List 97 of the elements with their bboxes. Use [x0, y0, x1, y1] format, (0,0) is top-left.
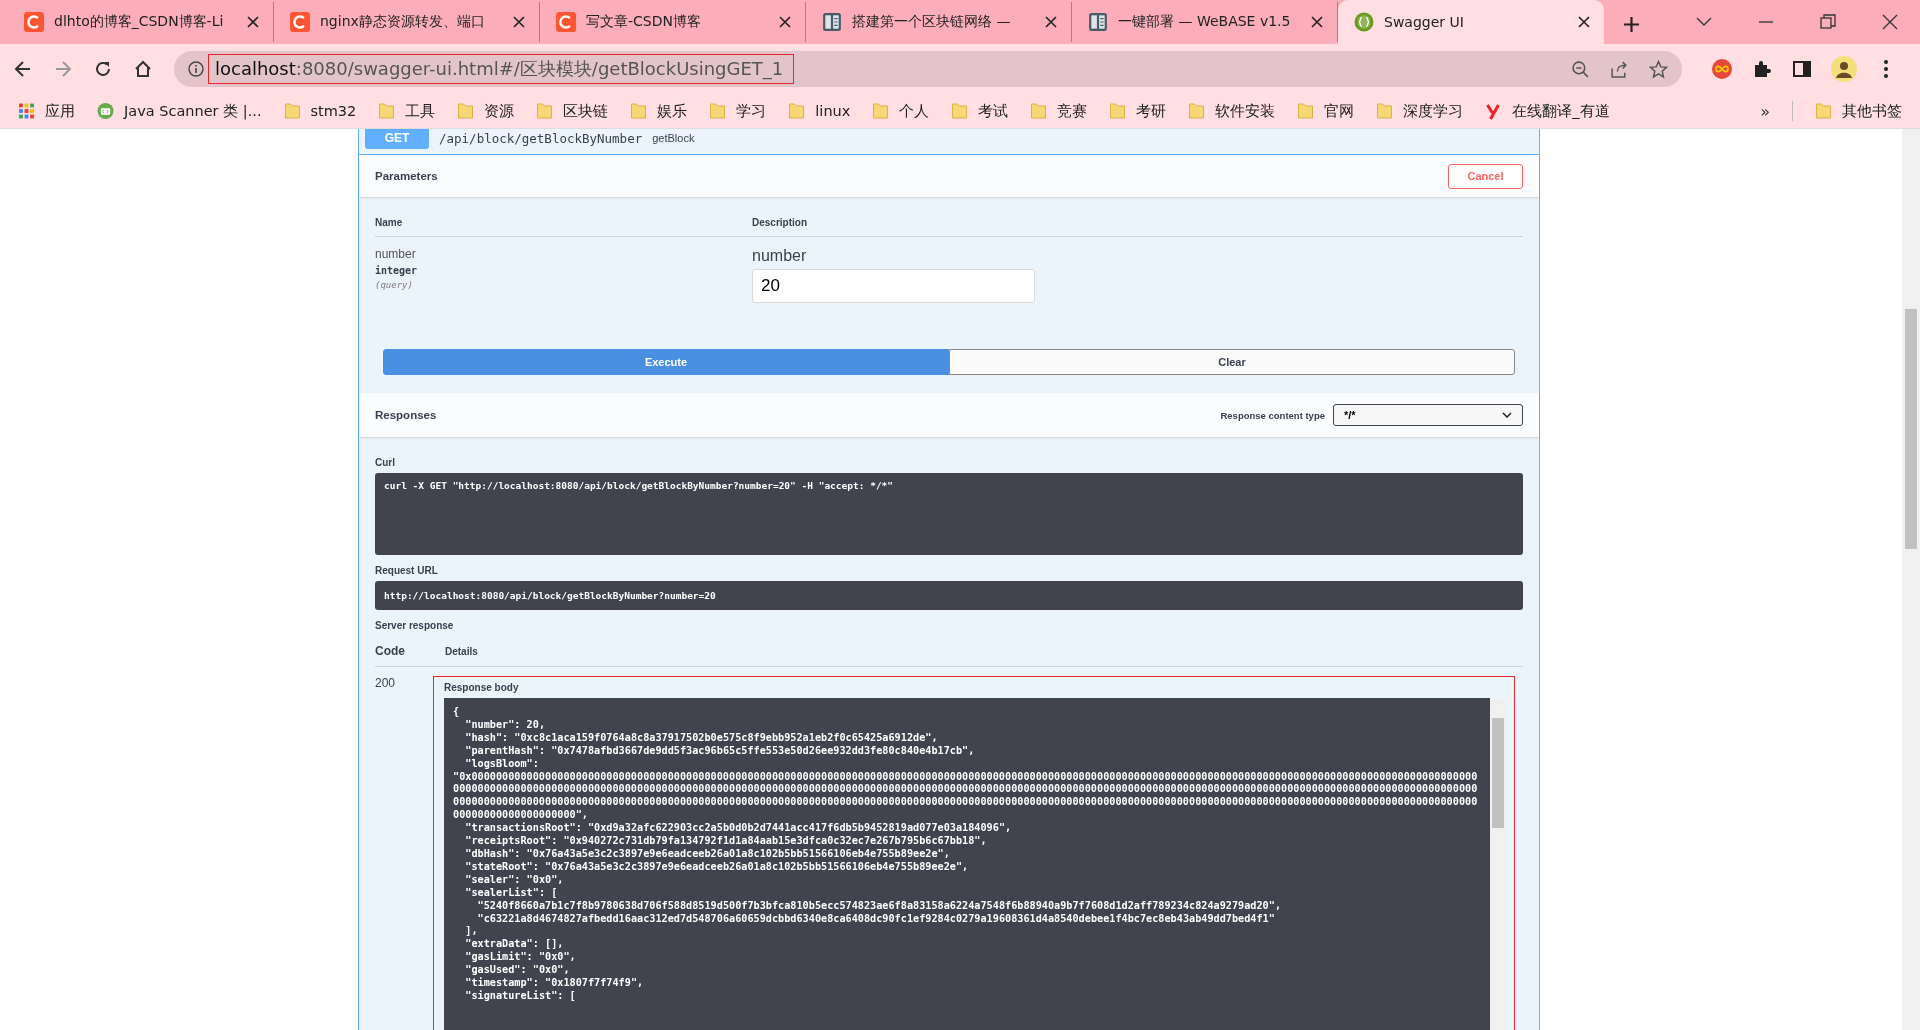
bookmark[interactable]: 软件安装 [1188, 101, 1276, 121]
c-logo-icon [24, 12, 44, 32]
folder-icon [1030, 102, 1048, 120]
request-url: http://localhost:8080/api/block/getBlockByNumber?number=20 [375, 581, 1523, 610]
bookmark[interactable]: 深度学习 [1376, 101, 1464, 121]
apps-grid-icon [18, 102, 35, 120]
zoom-out-icon[interactable] [1571, 59, 1590, 79]
avatar-icon[interactable] [1831, 56, 1857, 82]
restore-icon[interactable] [1820, 14, 1836, 30]
url-text: localhost:8080/swagger-ui.html#/区块模块/getBlockUsingGET_1 [215, 58, 784, 79]
section-title: Parameters [375, 170, 438, 182]
method-badge: GET [365, 129, 429, 149]
bookmark[interactable]: 考研 [1109, 101, 1167, 121]
parameter-type: integer [375, 265, 419, 276]
browser-tab[interactable]: 搭建第一个区块链网络 — [806, 2, 1072, 42]
folder-icon [788, 102, 806, 120]
bookmark[interactable]: Java Scanner 类 |... [97, 101, 262, 121]
close-icon[interactable] [247, 16, 259, 28]
bookmark[interactable]: 个人 [872, 101, 930, 121]
close-icon[interactable] [1578, 16, 1590, 28]
book-icon [1088, 12, 1108, 32]
parameter-location: (query) [375, 280, 414, 290]
folder-icon [872, 102, 890, 120]
bookmark[interactable]: 学习 [709, 101, 767, 121]
input-field[interactable]: 20 [752, 269, 1035, 303]
star-icon[interactable] [1649, 59, 1668, 79]
bookmark[interactable]: linux [788, 102, 851, 120]
close-icon[interactable] [1045, 16, 1057, 28]
folder-icon [536, 102, 554, 120]
code-badge-icon [97, 102, 114, 120]
bookmark[interactable]: 在线翻译_有道 [1485, 101, 1610, 121]
folder-icon [283, 102, 301, 120]
column-header: Description [752, 217, 807, 228]
infinity-icon[interactable] [1711, 58, 1733, 80]
status-code: 200 [375, 676, 397, 692]
parameter-name: number [375, 247, 417, 261]
bookmark[interactable]: 工具 [378, 101, 436, 121]
chevron-down-icon [1502, 412, 1512, 418]
browser-tab[interactable]: 一键部署 — WeBASE v1.5 [1072, 2, 1338, 42]
bookmark[interactable]: 官网 [1297, 101, 1355, 121]
folder-icon [1297, 102, 1315, 120]
endpoint-path: /api/block/getBlockByNumber [439, 130, 643, 146]
side-panel-icon[interactable] [1791, 58, 1813, 80]
column-header: Code [375, 644, 406, 658]
column-header: Name [375, 217, 404, 228]
reload-icon[interactable] [94, 60, 112, 78]
content-type-select[interactable]: */* [1333, 404, 1523, 426]
folder-icon [1109, 102, 1127, 120]
bookmark[interactable]: 娱乐 [630, 101, 688, 121]
close-icon[interactable] [1311, 16, 1323, 28]
bookmark[interactable]: 应用 [18, 101, 75, 121]
swagger-logo-icon [1354, 12, 1374, 32]
request-url-label: Request URL [375, 565, 439, 576]
curl-label: Curl [375, 457, 396, 468]
browser-tab[interactable]: dlhto的博客_CSDN博客-Li [8, 2, 274, 42]
folder-icon [709, 102, 727, 120]
folder-icon [1815, 102, 1832, 120]
info-icon [188, 61, 204, 77]
section-title: Responses [375, 409, 437, 421]
bookmark[interactable]: 考试 [951, 101, 1009, 121]
browser-tab[interactable]: 写文章-CSDN博客 [540, 2, 806, 42]
bookmark[interactable]: stm32 [283, 102, 357, 120]
response-body: { "number": 20, "hash": "0xc8c1aca159f0764a8c8a37917502b0e575c8f9ebb952a1eb2f0c65425a6912de", "parentHash": "0x7478afbd3667de9dd5f3ac96b65c5ffe553e50d26ee932dd3fe80c840e4b17cb", "logsBloom": "0x00000000000000000000000000000000000000000000000000000000000000000000000000000000000000000000000000000000000000000000000000000000000000000000000000000000000000000000000000000000000000000000000000000000000000000000000000000000000000000000000000000000000000000000000000000000000000000000000000000000000000000000000000000000000000000000000000000000000000000000000000000000000000000000000000000000000000000000000000000000000000000000000000000000000000000000000000000000000000000000000000000000000000000000000000000000000000", "transactionsRoot": "0xd9a32afc622903cc2a5b0d0b2d7441acc417f6db5b9452819ad077e03a184096", "receiptsRoot": "0x940272c731db79fa134792f1d1a84aab15e3dfca0c32ec7e267b795b6c67bb18", "dbHash": "0x76a43a5e3c2c3897e9e6eadceeb26a01a8c102b5bb51566106eb4e755b89ee2e", "stateRoot": "0x76a43a5e3c2c3897e9e6eadceeb26a01a8c102b5bb51566106eb4e755b89ee2e", "sealer": "0x0", "sealerList": [ "5240f8660a7b1c7f8b9780638d706f588d8519d500f7b3bfca810b5ecc574823ae6f8a83158a6224a7548f6b88940a9b7f7608d1d2aff789234c824a9279ad20", "c63221a8d4674827afbedd16aac312ed7d548706a60659dcbbd6340e8ca6408dc90fc1ef9284c0279a19608361d4a8540debee1f4bc7ec8eb43ab49dd7bed4f1" ], "extraData": [], "gasLimit": "0x0", "gasUsed": "0x0", "timestamp": "0x1807f7f74f9", "signatureList": [ [444, 698, 1490, 1030]
column-header: Details [445, 645, 478, 657]
share-icon[interactable] [1610, 59, 1629, 79]
folder-icon [951, 102, 969, 120]
browser-tab[interactable]: Swagger UI [1338, 0, 1604, 44]
folder-icon [1188, 102, 1206, 120]
close-icon[interactable] [779, 16, 791, 28]
back-icon[interactable] [14, 60, 32, 78]
response-body-label: Response body [444, 682, 520, 693]
c-logo-icon [290, 12, 310, 32]
more-bookmarks-button[interactable]: » [1760, 101, 1770, 121]
scrollbar[interactable] [1490, 698, 1506, 1030]
home-icon[interactable] [134, 60, 152, 78]
operation-summary: getBlock [652, 132, 695, 144]
c-logo-icon [556, 12, 576, 32]
curl-command: curl -X GET "http://localhost:8080/api/block/getBlockByNumber?number=20" -H "accept: */*" [375, 473, 1523, 555]
page-scrollbar[interactable] [1902, 129, 1920, 1030]
server-response-label: Server response [375, 620, 455, 631]
bookmark[interactable]: 资源 [457, 101, 515, 121]
bookmark[interactable]: 区块链 [536, 101, 609, 121]
folder-icon [630, 102, 648, 120]
clear-button[interactable]: Clear [949, 349, 1515, 375]
folder-icon [378, 102, 396, 120]
close-icon[interactable] [1882, 14, 1898, 30]
new-tab-icon[interactable] [1624, 17, 1639, 32]
parameter-description: number [752, 247, 808, 265]
bookmark[interactable]: 竞赛 [1030, 101, 1088, 121]
book-icon [822, 12, 842, 32]
folder-icon [457, 102, 475, 120]
bookmark[interactable]: 其他书签 [1815, 101, 1902, 121]
close-icon[interactable] [513, 16, 525, 28]
folder-icon [1376, 102, 1394, 120]
content-type-label: Response content type [1220, 409, 1325, 421]
browser-tab[interactable]: nginx静态资源转发、端口 [274, 2, 540, 42]
address-bar[interactable]: localhost:8080/swagger-ui.html#/区块模块/getBlockUsingGET_1 [174, 51, 1682, 87]
